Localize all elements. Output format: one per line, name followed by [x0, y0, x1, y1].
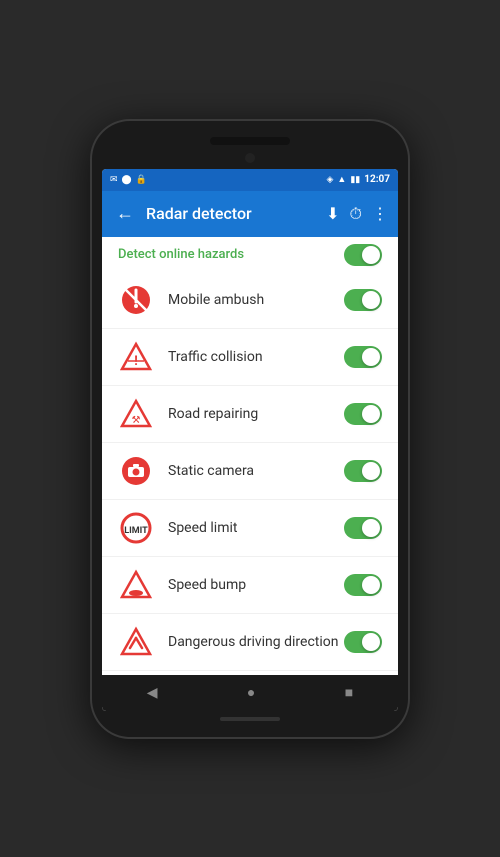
mobile-ambush-label: Mobile ambush	[168, 292, 344, 308]
detect-online-toggle[interactable]	[344, 244, 382, 266]
svg-text:⚒: ⚒	[132, 415, 141, 426]
toolbar-title: Radar detector	[146, 204, 318, 223]
content-area: Detect online hazards Mobile ambush	[102, 237, 398, 675]
static-camera-icon	[118, 453, 154, 489]
phone-bottom-bar	[220, 717, 280, 721]
list-item-road-repairing: ⚒ Road repairing	[102, 386, 398, 443]
battery-icon: ▮▮	[350, 175, 360, 185]
nav-bar: ◀ ● ■	[102, 675, 398, 711]
back-button[interactable]: ←	[112, 199, 138, 228]
road-repairing-icon: ⚒	[118, 396, 154, 432]
dangerous-driving-toggle[interactable]	[344, 631, 382, 653]
road-repairing-label: Road repairing	[168, 406, 344, 422]
message-icon: ✉	[110, 175, 118, 185]
location-icon: ◈	[326, 175, 333, 185]
lock-icon: 🔒	[136, 175, 147, 185]
status-right-icons: ◈ ▲ ▮▮ 12:07	[326, 174, 390, 185]
road-repairing-toggle[interactable]	[344, 403, 382, 425]
speed-limit-label: Speed limit	[168, 520, 344, 536]
list-item-speed-limit: LIMIT Speed limit	[102, 500, 398, 557]
status-time: 12:07	[364, 174, 390, 185]
speed-bump-toggle[interactable]	[344, 574, 382, 596]
status-left-icons: ✉ ⬤ 🔒	[110, 175, 147, 185]
mobile-ambush-toggle[interactable]	[344, 289, 382, 311]
static-camera-toggle[interactable]	[344, 460, 382, 482]
list-item-speed-bump: Speed bump	[102, 557, 398, 614]
toolbar: ← Radar detector ⬇ ⏱ ⋮	[102, 191, 398, 237]
traffic-collision-icon: !	[118, 339, 154, 375]
nav-recent-button[interactable]: ■	[329, 678, 369, 707]
wifi-icon: ⬤	[122, 175, 132, 185]
screen: ✉ ⬤ 🔒 ◈ ▲ ▮▮ 12:07 ← Radar detector ⬇ ⏱ …	[102, 169, 398, 711]
speed-limit-toggle[interactable]	[344, 517, 382, 539]
phone-speaker	[210, 137, 290, 145]
nav-back-button[interactable]: ◀	[131, 679, 174, 707]
mobile-ambush-icon	[118, 282, 154, 318]
phone-device: ✉ ⬤ 🔒 ◈ ▲ ▮▮ 12:07 ← Radar detector ⬇ ⏱ …	[90, 119, 410, 739]
static-camera-label: Static camera	[168, 463, 344, 479]
list-item-traffic-collision: ! Traffic collision	[102, 329, 398, 386]
more-icon[interactable]: ⋮	[372, 204, 388, 223]
list-item-mobile-ambush: Mobile ambush	[102, 272, 398, 329]
status-bar: ✉ ⬤ 🔒 ◈ ▲ ▮▮ 12:07	[102, 169, 398, 191]
speed-limit-icon: LIMIT	[118, 510, 154, 546]
traffic-collision-toggle[interactable]	[344, 346, 382, 368]
speed-bump-label: Speed bump	[168, 577, 344, 593]
phone-camera	[245, 153, 255, 163]
nav-home-button[interactable]: ●	[231, 678, 271, 707]
list-item-static-camera: Static camera	[102, 443, 398, 500]
list-item-dangerous-crossing: Dangerous crossing	[102, 671, 398, 675]
list-item-dangerous-driving: Dangerous driving direction	[102, 614, 398, 671]
dangerous-driving-label: Dangerous driving direction	[168, 634, 344, 650]
svg-text:LIMIT: LIMIT	[124, 526, 148, 536]
speed-bump-icon	[118, 567, 154, 603]
dangerous-driving-icon	[118, 624, 154, 660]
toolbar-actions: ⬇ ⏱ ⋮	[326, 204, 388, 224]
timer-icon[interactable]: ⏱	[350, 204, 362, 224]
download-icon[interactable]: ⬇	[326, 204, 339, 223]
signal-icon: ▲	[337, 174, 346, 185]
traffic-collision-label: Traffic collision	[168, 349, 344, 365]
